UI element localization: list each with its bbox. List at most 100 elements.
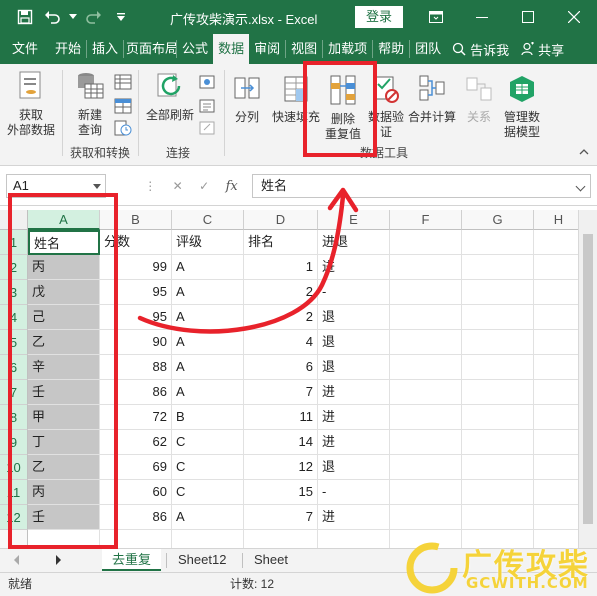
redo-icon[interactable] <box>80 5 106 29</box>
tell-me-box[interactable]: 告诉我 <box>446 40 515 59</box>
grid-cell[interactable] <box>462 405 534 430</box>
grid-cell[interactable] <box>462 380 534 405</box>
new-query-button[interactable]: 新建 查询 <box>68 70 112 138</box>
grid-cell[interactable] <box>462 430 534 455</box>
refresh-all-button[interactable]: 全部刷新 <box>142 70 198 123</box>
grid-cell[interactable]: A <box>172 330 244 355</box>
grid-cell[interactable] <box>534 505 580 530</box>
grid-cell[interactable] <box>462 455 534 480</box>
grid-cell[interactable]: 69 <box>100 455 172 480</box>
row-header[interactable]: 5 <box>0 330 28 355</box>
vertical-scrollbar[interactable] <box>578 210 597 548</box>
header-cell[interactable]: 姓名 <box>28 230 100 255</box>
grid-cell[interactable] <box>462 480 534 505</box>
grid-cell[interactable] <box>390 455 462 480</box>
grid-cell[interactable]: 14 <box>244 430 318 455</box>
grid-cell[interactable]: 90 <box>100 330 172 355</box>
grid-cell[interactable]: 退 <box>318 305 390 330</box>
properties-icon[interactable] <box>198 98 216 114</box>
row-header[interactable]: 11 <box>0 480 28 505</box>
grid-cell[interactable] <box>100 530 172 548</box>
grid-cell[interactable]: 2 <box>244 280 318 305</box>
grid-cell[interactable] <box>390 255 462 280</box>
grid-cell[interactable] <box>390 380 462 405</box>
grid-cell[interactable]: 4 <box>244 330 318 355</box>
select-all-corner[interactable] <box>0 210 28 230</box>
grid-cell[interactable]: 辛 <box>28 355 100 380</box>
grid-cell[interactable]: 95 <box>100 305 172 330</box>
undo-icon[interactable] <box>40 5 66 29</box>
share-button[interactable]: 共享 <box>515 40 570 59</box>
grid-cell[interactable] <box>390 505 462 530</box>
show-queries-icon[interactable] <box>114 74 132 90</box>
row-header[interactable]: 6 <box>0 355 28 380</box>
grid-cell[interactable]: 退 <box>318 455 390 480</box>
sheet-tab-dedupe[interactable]: 去重复 <box>102 549 162 571</box>
data-validation-button[interactable]: 数据验 证 <box>366 74 406 140</box>
chevron-down-icon[interactable] <box>93 184 101 189</box>
text-to-columns-button[interactable]: 分列 <box>230 74 264 125</box>
grid-cell[interactable]: 丙 <box>28 480 100 505</box>
grid-cell[interactable] <box>462 305 534 330</box>
grid-cell[interactable]: A <box>172 380 244 405</box>
grid-cell[interactable]: C <box>172 430 244 455</box>
row-header[interactable]: 12 <box>0 505 28 530</box>
grid-cell[interactable]: 进 <box>318 255 390 280</box>
tab-view[interactable]: 视图 <box>286 34 322 64</box>
sheet-tab-sheet12[interactable]: Sheet12 <box>168 549 236 571</box>
grid-cell[interactable] <box>462 530 534 548</box>
expand-formula-icon[interactable] <box>575 181 586 192</box>
row-header[interactable] <box>0 530 28 548</box>
grid-cell[interactable]: 99 <box>100 255 172 280</box>
tab-team[interactable]: 团队 <box>410 34 446 64</box>
column-header-c[interactable]: C <box>172 210 244 230</box>
grid-cell[interactable]: 进 <box>318 405 390 430</box>
grid-cell[interactable]: 12 <box>244 455 318 480</box>
close-icon[interactable] <box>551 0 597 34</box>
remove-duplicates-button[interactable]: 删除 重复值 <box>320 74 366 142</box>
grid-cell[interactable]: 进 <box>318 430 390 455</box>
name-box[interactable]: A1 <box>6 174 106 198</box>
grid-cell[interactable]: 戊 <box>28 280 100 305</box>
scrollbar-thumb[interactable] <box>583 234 593 524</box>
collapse-ribbon-icon[interactable] <box>579 148 589 156</box>
grid-cell[interactable] <box>390 530 462 548</box>
grid-cell[interactable] <box>534 355 580 380</box>
header-cell[interactable] <box>534 230 580 255</box>
column-header-e[interactable]: E <box>318 210 390 230</box>
grid-cell[interactable]: 62 <box>100 430 172 455</box>
tab-home[interactable]: 开始 <box>50 34 86 64</box>
header-cell[interactable]: 排名 <box>244 230 318 255</box>
next-sheet-icon[interactable] <box>56 555 61 565</box>
row-header[interactable]: 1 <box>0 230 28 255</box>
grid-cell[interactable]: 11 <box>244 405 318 430</box>
grid-cell[interactable] <box>534 255 580 280</box>
grid-cell[interactable]: 15 <box>244 480 318 505</box>
grid-cell[interactable] <box>390 280 462 305</box>
edit-links-icon[interactable] <box>198 120 216 136</box>
header-cell[interactable] <box>390 230 462 255</box>
login-button[interactable]: 登录 <box>355 6 403 28</box>
grid-cell[interactable]: 86 <box>100 505 172 530</box>
grid-cell[interactable]: 2 <box>244 305 318 330</box>
grid-cell[interactable]: 壬 <box>28 505 100 530</box>
grid-cell[interactable] <box>462 280 534 305</box>
row-header[interactable]: 4 <box>0 305 28 330</box>
grid-cell[interactable]: A <box>172 305 244 330</box>
column-header-a[interactable]: A <box>28 210 100 230</box>
tab-formulas[interactable]: 公式 <box>177 34 213 64</box>
grid-cell[interactable]: 6 <box>244 355 318 380</box>
grid-cell[interactable] <box>534 330 580 355</box>
tab-help[interactable]: 帮助 <box>373 34 409 64</box>
grid-cell[interactable]: - <box>318 480 390 505</box>
grid-cell[interactable] <box>462 255 534 280</box>
grid-cell[interactable] <box>534 530 580 548</box>
undo-dropdown-icon[interactable] <box>68 5 78 29</box>
grid-cell[interactable]: A <box>172 505 244 530</box>
row-header[interactable]: 2 <box>0 255 28 280</box>
get-external-data-button[interactable]: 获取 外部数据 <box>4 70 58 138</box>
grid-cell[interactable]: - <box>318 280 390 305</box>
tab-data[interactable]: 数据 <box>213 34 250 64</box>
grid-cell[interactable]: 甲 <box>28 405 100 430</box>
column-header-d[interactable]: D <box>244 210 318 230</box>
